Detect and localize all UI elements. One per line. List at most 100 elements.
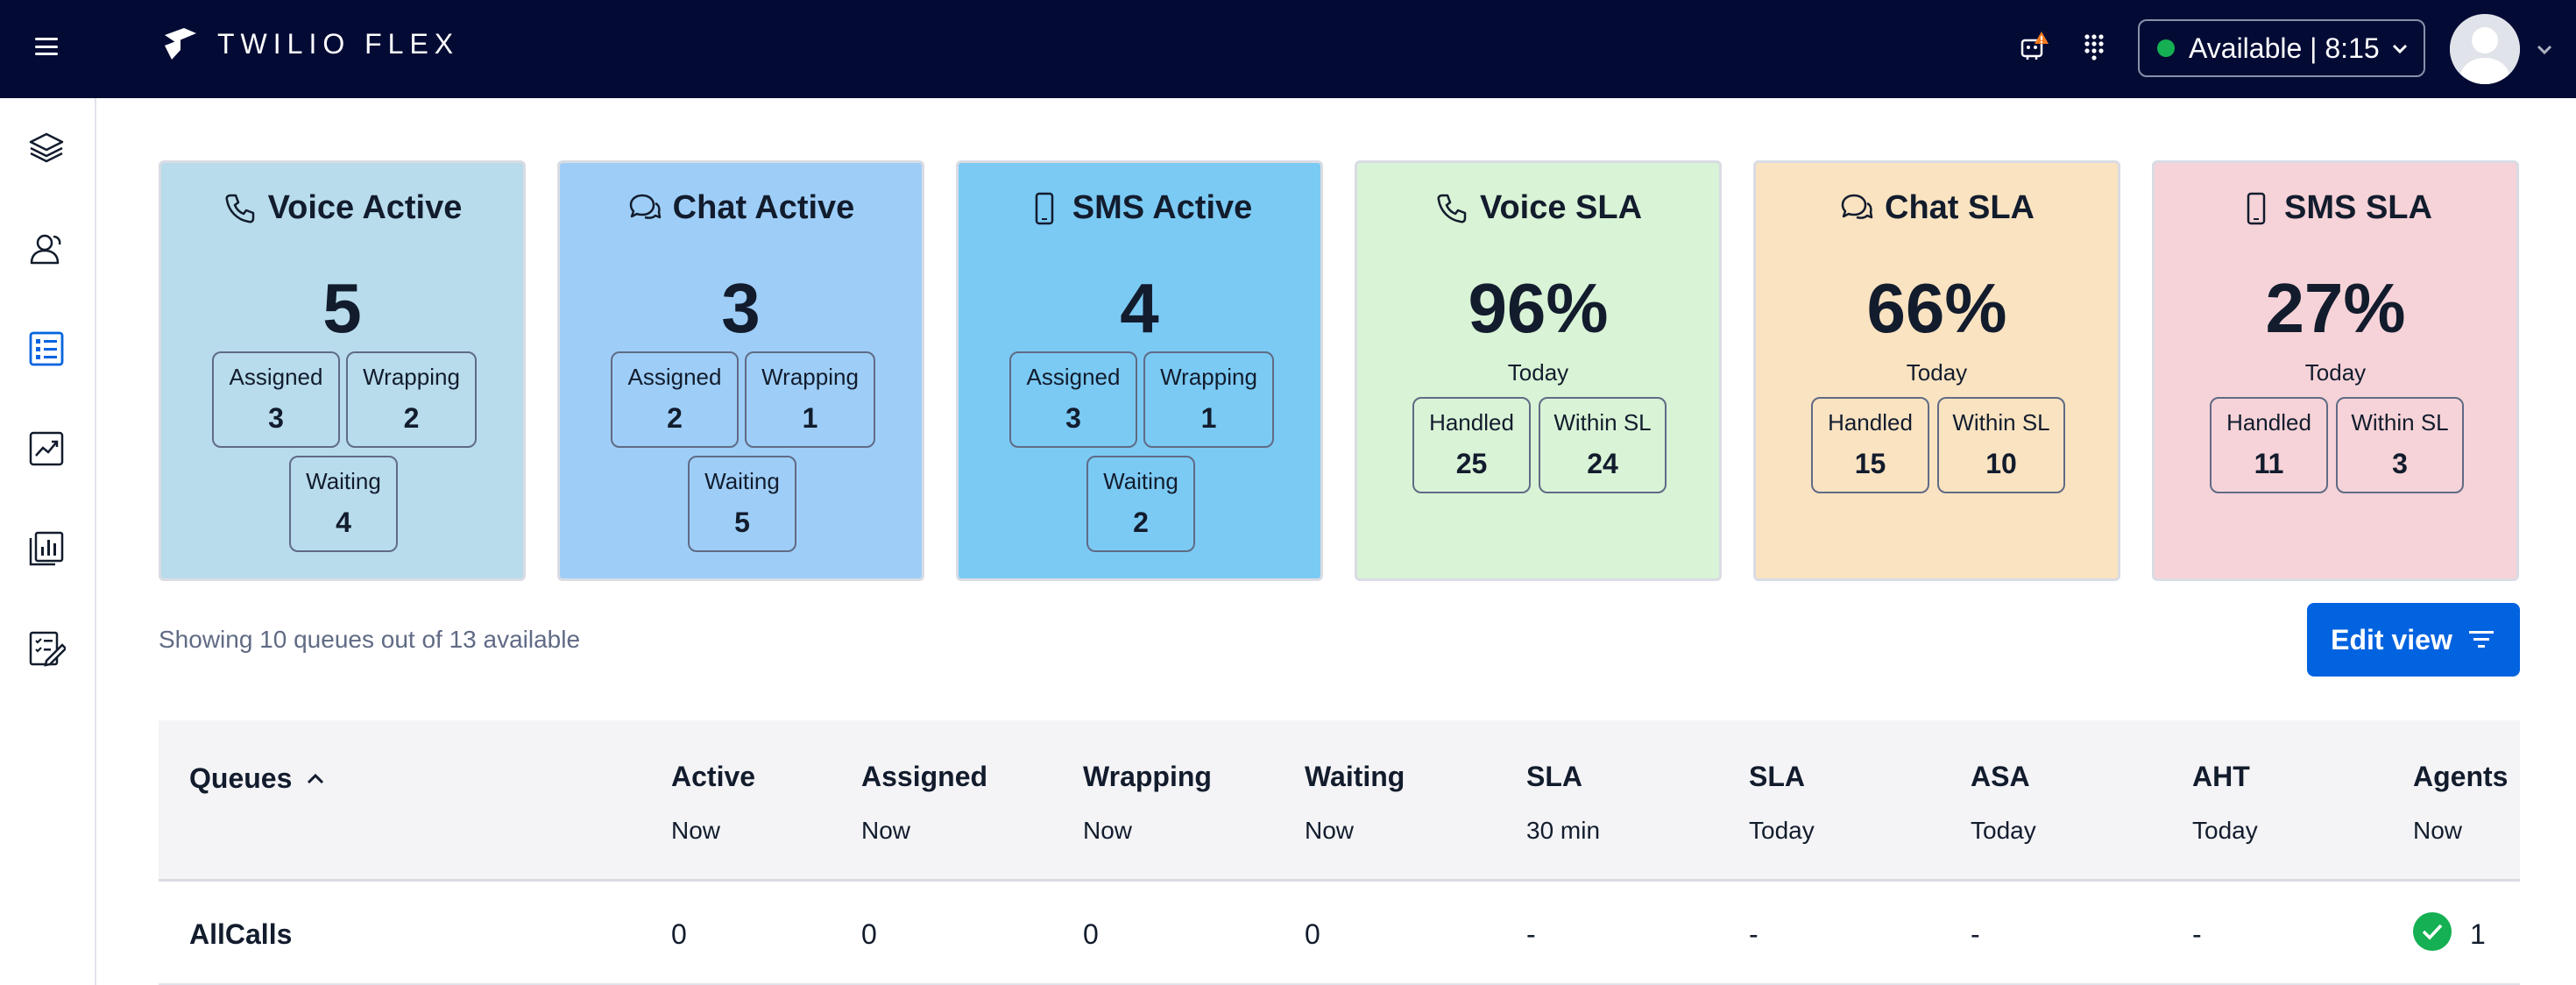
table-cell: 0 bbox=[861, 918, 877, 950]
user-icon bbox=[2450, 14, 2520, 84]
trend-chart-icon[interactable] bbox=[27, 429, 66, 468]
phone-icon bbox=[1434, 191, 1469, 226]
layers-icon[interactable] bbox=[27, 129, 66, 167]
chat-active-card: Chat Active 3 Assigned 2 Wrapping 1 Waiting 5 bbox=[557, 160, 924, 581]
metric-label: Assigned bbox=[1026, 364, 1121, 390]
column-header[interactable]: SLA bbox=[1749, 761, 1805, 793]
card-title-text: Chat SLA bbox=[1885, 189, 2035, 226]
within-sl-box: Within SL 3 bbox=[2336, 397, 2464, 493]
edit-list-icon[interactable] bbox=[27, 629, 66, 668]
metric-value: 4 bbox=[336, 507, 351, 538]
card-title-text: Voice SLA bbox=[1479, 189, 1643, 226]
table-cell: 0 bbox=[671, 918, 687, 950]
menu-icon[interactable] bbox=[33, 33, 60, 60]
wrapping-box: Wrapping 1 bbox=[1143, 351, 1274, 448]
card-title: SMS Active bbox=[959, 189, 1320, 227]
within-sl-box: Within SL 10 bbox=[1937, 397, 2065, 493]
metric-value: 25 bbox=[1455, 448, 1488, 479]
handled-box: Handled 11 bbox=[2210, 397, 2328, 493]
table-cell: - bbox=[1749, 918, 1759, 950]
metric-value: 1 bbox=[802, 402, 818, 434]
agents-icon[interactable] bbox=[27, 230, 66, 268]
edit-view-button[interactable]: Edit view bbox=[2307, 603, 2520, 677]
metric-value: 24 bbox=[1587, 448, 1618, 479]
column-header[interactable]: Agents bbox=[2413, 761, 2508, 793]
voice-active-card: Voice Active 5 Assigned 3 Wrapping 2 Waiting 4 bbox=[159, 160, 526, 581]
mobile-icon bbox=[2239, 191, 2274, 226]
column-period: 30 min bbox=[1526, 817, 1601, 844]
table-header: Queues Active Now Assigned Now Wrapping Now Wa… bbox=[159, 720, 2520, 882]
card-value: 66% bbox=[1866, 269, 2007, 347]
sms-sla-card: SMS SLA 27% Today Handled 11 Within SL 3 bbox=[2152, 160, 2519, 581]
card-title-text: SMS Active bbox=[1072, 189, 1253, 226]
column-header[interactable]: ASA bbox=[1971, 761, 2030, 793]
card-period: Today bbox=[1906, 359, 1968, 386]
chat-icon bbox=[1839, 191, 1874, 226]
queues-stats-icon[interactable] bbox=[27, 330, 66, 368]
card-title: SMS SLA bbox=[2155, 189, 2516, 227]
table-cell: - bbox=[1971, 918, 1980, 950]
handled-box: Handled 15 bbox=[1811, 397, 1929, 493]
column-header[interactable]: AHT bbox=[2192, 761, 2250, 793]
logo: TWILIO FLEX bbox=[163, 26, 459, 61]
card-title-text: SMS SLA bbox=[2284, 189, 2432, 226]
chevron-up-icon bbox=[308, 773, 324, 783]
metric-label: Wrapping bbox=[1160, 364, 1257, 390]
table-row[interactable]: AllCalls 0 0 0 0 - - - - 1 bbox=[159, 882, 2520, 985]
metric-label: Within SL bbox=[2351, 409, 2449, 436]
check-circle-icon bbox=[2413, 912, 2452, 951]
metric-label: Handled bbox=[2226, 409, 2311, 436]
mobile-icon bbox=[1027, 191, 1062, 226]
table-cell: 0 bbox=[1083, 918, 1099, 950]
card-title: Chat SLA bbox=[1756, 189, 2118, 227]
agent-alert-icon[interactable] bbox=[2017, 30, 2052, 65]
column-header[interactable]: Waiting bbox=[1305, 761, 1405, 793]
metric-value: 15 bbox=[1854, 448, 1886, 479]
availability-status: Available | 8:15 bbox=[2189, 32, 2380, 64]
status-indicator bbox=[2157, 39, 2175, 57]
assigned-box: Assigned 3 bbox=[1009, 351, 1137, 448]
metric-value: 3 bbox=[268, 402, 284, 434]
table-cell: - bbox=[2192, 918, 2202, 950]
metric-value: 1 bbox=[1200, 402, 1217, 434]
column-header[interactable]: Active bbox=[671, 761, 755, 793]
wrapping-box: Wrapping 1 bbox=[745, 351, 875, 448]
sms-active-card: SMS Active 4 Assigned 3 Wrapping 1 Waiting 2 bbox=[956, 160, 1323, 581]
dialpad-icon[interactable] bbox=[2077, 30, 2112, 65]
chevron-down-icon[interactable] bbox=[2534, 39, 2555, 60]
availability-dropdown[interactable]: Available | 8:15 bbox=[2138, 19, 2425, 77]
column-period: Today bbox=[1749, 817, 1815, 844]
waiting-box: Waiting 5 bbox=[688, 456, 796, 552]
filter-icon bbox=[2468, 631, 2494, 648]
table-cell: 0 bbox=[1305, 918, 1320, 950]
column-period: Now bbox=[1305, 817, 1355, 844]
chat-sla-card: Chat SLA 66% Today Handled 15 Within SL 10 bbox=[1753, 160, 2120, 581]
reports-icon[interactable] bbox=[27, 529, 66, 568]
column-header[interactable]: SLA bbox=[1526, 761, 1582, 793]
column-period: Today bbox=[1971, 817, 2036, 844]
card-value: 96% bbox=[1468, 269, 1609, 347]
top-bar: TWILIO FLEX Available | 8:15 bbox=[0, 0, 2576, 98]
card-value: 27% bbox=[2265, 269, 2406, 347]
card-title: Chat Active bbox=[560, 189, 922, 227]
metric-label: Waiting bbox=[704, 468, 780, 494]
card-value: 3 bbox=[721, 269, 761, 347]
card-period: Today bbox=[2304, 359, 2367, 386]
voice-sla-card: Voice SLA 96% Today Handled 25 Within SL 24 bbox=[1355, 160, 1722, 581]
edit-view-label: Edit view bbox=[2331, 623, 2452, 655]
handled-box: Handled 25 bbox=[1412, 397, 1531, 493]
queues-sort-header[interactable]: Queues bbox=[189, 762, 327, 795]
metric-value: 5 bbox=[734, 507, 750, 538]
queue-name: AllCalls bbox=[189, 918, 293, 950]
metric-label: Waiting bbox=[306, 468, 381, 494]
metric-label: Wrapping bbox=[761, 364, 859, 390]
metric-value: 2 bbox=[667, 402, 683, 434]
column-header[interactable]: Assigned bbox=[861, 761, 987, 793]
assigned-box: Assigned 2 bbox=[611, 351, 739, 448]
card-value: 4 bbox=[1120, 269, 1159, 347]
column-header[interactable]: Wrapping bbox=[1083, 761, 1212, 793]
avatar[interactable] bbox=[2450, 14, 2520, 84]
chevron-down-icon bbox=[2392, 44, 2407, 54]
column-period: Now bbox=[2413, 817, 2463, 844]
card-title: Voice Active bbox=[161, 189, 523, 227]
